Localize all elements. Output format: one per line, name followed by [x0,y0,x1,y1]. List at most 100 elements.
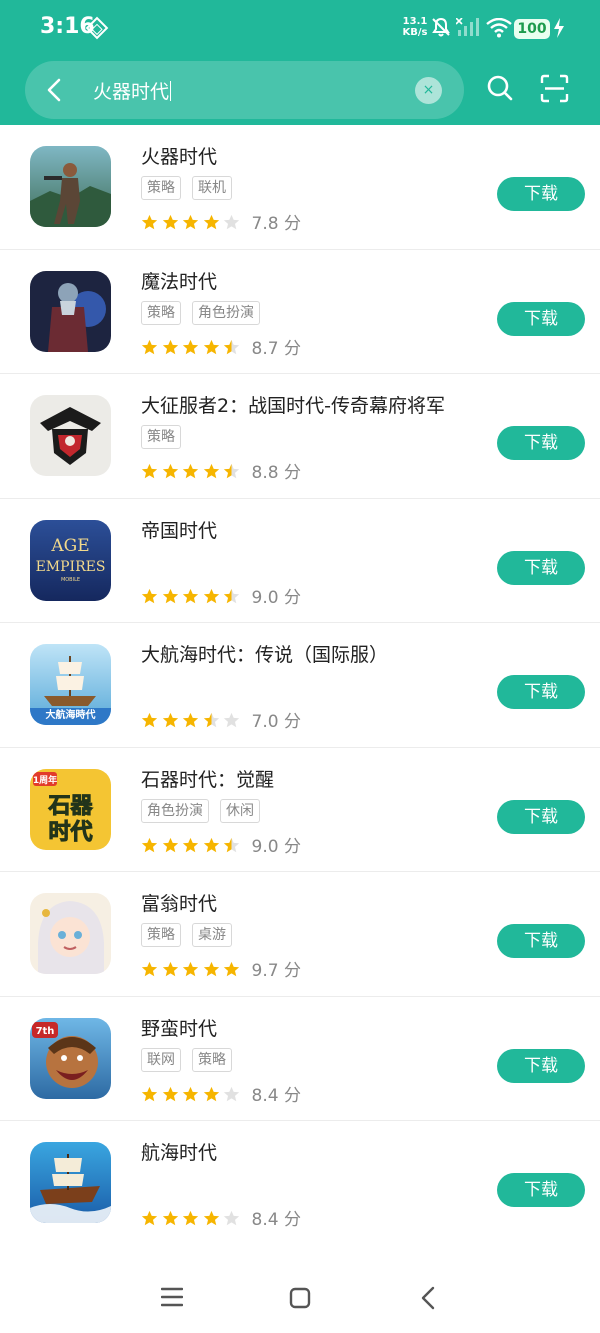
home-icon[interactable] [289,1287,311,1309]
download-button[interactable]: 下载 [497,426,585,460]
list-item[interactable]: 7th 野蛮时代 联网 策略 8.4 分 下载 [0,997,600,1121]
rating: 8.4 分 [141,1205,301,1230]
rating-score: 7.8 分 [251,214,301,234]
list-item[interactable]: 1周年 石器 时代 石器时代：觉醒 角色扮演 休闲 9.0 分 下载 [0,748,600,872]
rating-score: 9.0 分 [251,587,301,608]
download-button[interactable]: 下载 [497,799,585,834]
list-item[interactable]: 富翁时代 策略 桌游 9.7 分 下载 [0,872,600,997]
download-button[interactable]: 下载 [497,675,585,709]
tag: 角色扮演 [192,300,260,325]
list-item[interactable]: 航海时代 8.4 分 下载 [0,1121,600,1246]
star-rating [141,461,244,480]
rating-score: 8.4 分 [251,1210,301,1230]
star-icon [223,588,240,603]
star-icon [162,588,178,603]
star-icon [182,463,199,479]
rating: 8.4 分 [141,1081,301,1106]
icon-text: AGE [50,536,89,556]
icon-text: EMPIRES [36,559,106,575]
tag: 桌游 [192,923,232,947]
back-icon[interactable] [420,1286,436,1310]
rating-score: 7.0 分 [251,712,301,732]
star-icon [182,214,199,230]
tag: 联网 [141,1047,181,1072]
star-icon [162,214,178,230]
star-icon [182,1086,199,1101]
scan-icon[interactable] [540,74,569,103]
rating-score: 8.4 分 [251,1085,301,1106]
star-icon [223,1086,240,1101]
star-icon [141,712,158,728]
tag: 角色扮演 [141,798,209,823]
recent-apps-icon[interactable] [161,1287,183,1307]
star-icon [203,961,219,977]
rating-score: 9.0 分 [251,836,301,857]
star-icon [141,214,158,230]
app-icon: 7th [30,1017,111,1099]
star-icon [182,588,199,603]
star-rating [141,212,244,231]
list-item[interactable]: 魔法时代 策略 角色扮演 8.7 分 下载 [0,250,600,374]
app-name: 魔法时代 [141,270,218,293]
app-name: 大征服者2：战国时代-传奇幕府将军 [141,395,445,417]
star-icon [162,1086,178,1101]
icon-text: 时代 [48,820,92,845]
star-icon [162,1210,178,1226]
download-button[interactable]: 下载 [497,924,585,958]
download-button[interactable]: 下载 [497,301,585,336]
star-icon [162,463,178,479]
rating: 9.7 分 [141,956,301,981]
cell-signal-icon [456,18,479,36]
app-icon [30,893,111,974]
top-header: 3:16 13.1 KB/s 100 火器时代 × [0,0,600,125]
list-item[interactable]: 火器时代 策略 联机 7.8 分 下载 [0,125,600,250]
star-icon [141,837,158,852]
star-icon [182,712,199,728]
download-button[interactable]: 下载 [497,177,585,211]
search-icon[interactable] [486,74,514,102]
list-item[interactable]: 大航海時代 大航海时代：传说（国际服） 7.0 分 下载 [0,623,600,748]
app-icon: 大航海時代 [30,644,111,725]
download-button[interactable]: 下载 [497,1173,585,1207]
star-icon [162,961,178,977]
download-button[interactable]: 下载 [497,1048,585,1083]
system-navigation-bar [0,1245,600,1333]
star-icon [223,463,240,479]
app-icon [30,395,111,476]
app-icon: AGE EMPIRES MOBILE [30,519,111,601]
star-icon [141,588,158,603]
app-icon [30,146,111,227]
rating: 8.7 分 [141,334,301,359]
star-rating [141,710,244,729]
star-icon [223,339,240,354]
rating: 9.0 分 [141,583,301,608]
list-item[interactable]: 大征服者2：战国时代-传奇幕府将军 策略 8.8 分 下载 [0,374,600,499]
tag: 策略 [141,425,181,449]
download-button[interactable]: 下载 [497,550,585,585]
star-rating [141,959,244,978]
star-rating [141,1208,244,1227]
star-rating [141,1084,244,1103]
wifi-icon [486,18,512,38]
star-rating [141,835,244,854]
star-rating [141,586,244,605]
back-arrow-icon[interactable] [45,78,65,102]
star-icon [141,339,158,354]
search-bar: 火器时代 × [25,61,464,119]
charging-bolt-icon [554,18,564,38]
icon-text: 7th [36,1026,55,1037]
star-icon [203,712,219,728]
app-name: 航海时代 [141,1142,218,1164]
tag: 策略 [141,176,181,200]
clear-search-button[interactable]: × [415,77,442,104]
tag-list: 策略 桌游 [141,923,243,947]
search-input[interactable]: 火器时代 [93,77,172,104]
icon-text: 大航海時代 [46,708,96,721]
star-icon [203,837,219,852]
star-icon [223,837,240,852]
star-icon [141,1210,158,1226]
star-icon [182,961,199,977]
app-icon [30,270,111,352]
list-item[interactable]: AGE EMPIRES MOBILE 帝国时代 9.0 分 下载 [0,499,600,623]
tag: 策略 [141,923,181,947]
